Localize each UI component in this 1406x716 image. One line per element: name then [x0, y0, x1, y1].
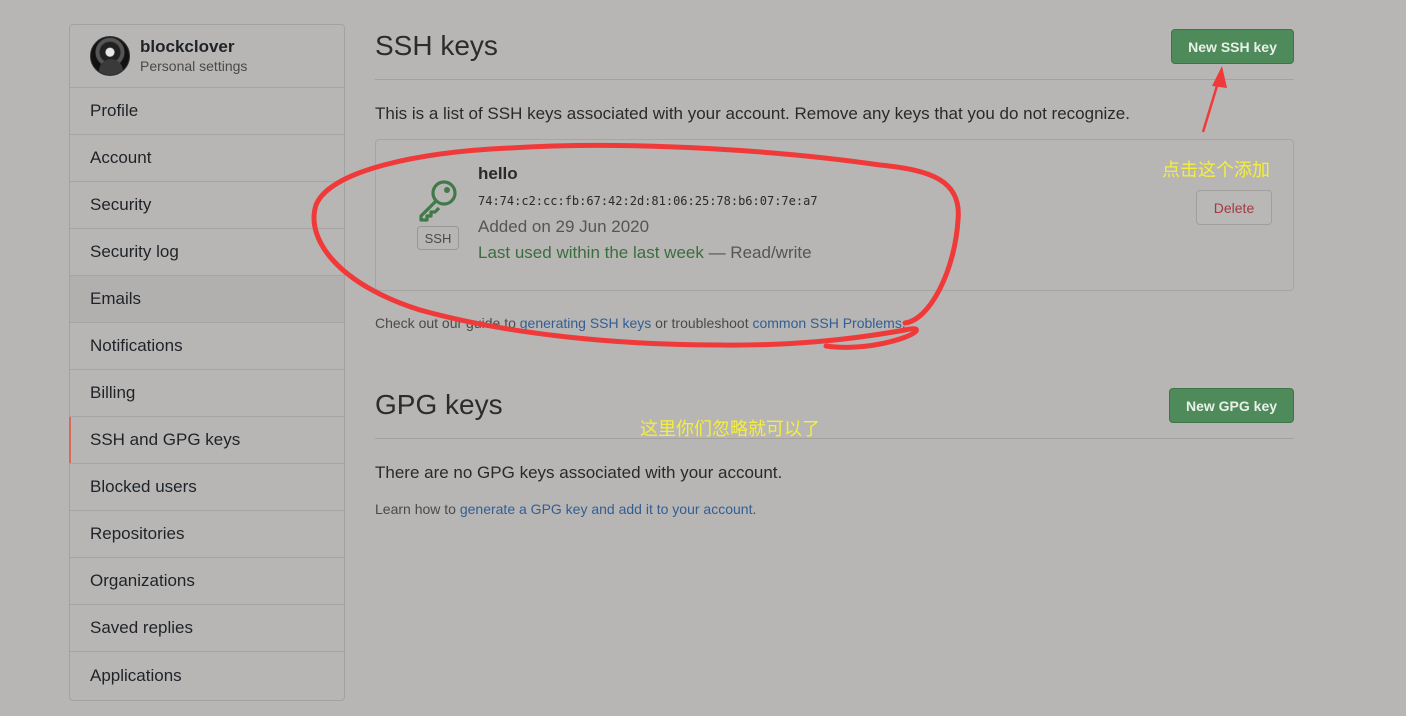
red-arrow-annotation — [1201, 66, 1227, 133]
red-circle-annotation — [311, 142, 961, 350]
annotation-overlay — [311, 66, 1227, 350]
